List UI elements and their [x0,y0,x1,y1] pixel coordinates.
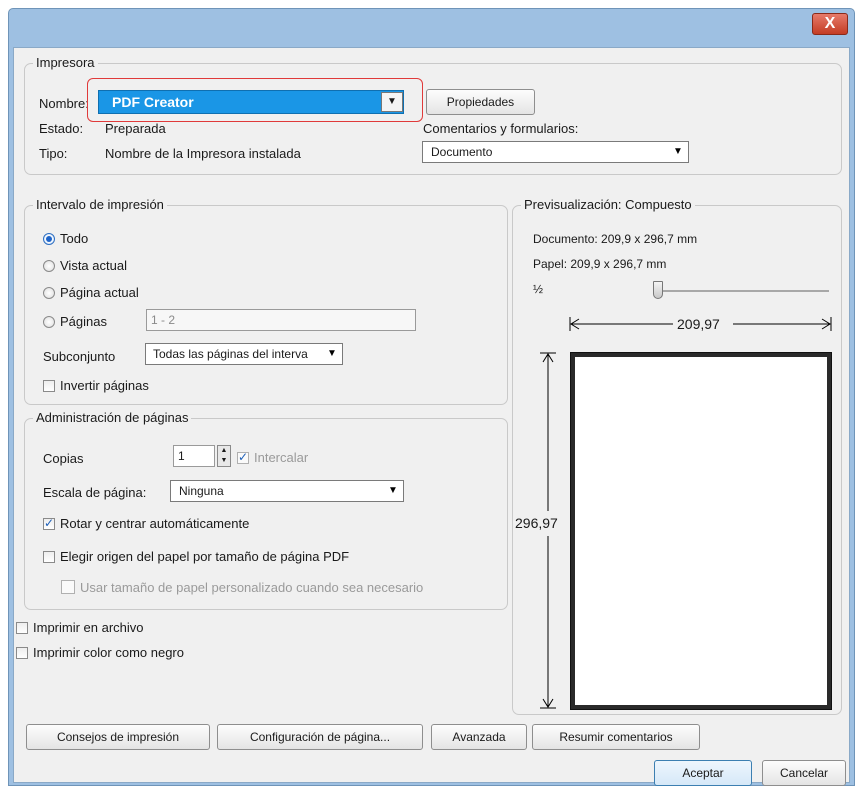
reverse-pages-checkbox[interactable]: Invertir páginas [43,378,149,393]
dialog-body: Impresora Nombre: PDF Creator ▼ Propieda… [13,47,850,786]
custom-paper-checkbox[interactable]: Usar tamaño de papel personalizado cuand… [61,580,423,595]
preview-page [570,352,832,710]
radio-current-page[interactable]: Página actual [43,285,139,300]
checkbox-icon [43,380,55,392]
chevron-down-icon: ▼ [388,485,398,496]
chevron-down-icon: ▼ [323,345,341,363]
preview-group: Previsualización: Compuesto Documento: 2… [512,197,842,715]
status-label: Estado: [39,121,84,136]
paper-source-label: Elegir origen del papel por tamaño de pá… [60,549,350,564]
ok-button[interactable]: Aceptar [654,760,752,786]
scale-select-value: Ninguna [179,484,224,498]
print-to-file-checkbox[interactable]: Imprimir en archivo [16,620,144,635]
paper-source-checkbox[interactable]: Elegir origen del papel por tamaño de pá… [43,549,349,564]
radio-icon [43,233,55,245]
copies-label: Copias [43,451,84,466]
subset-label: Subconjunto [43,349,116,364]
comments-label: Comentarios y formularios: [423,121,579,136]
advanced-button[interactable]: Avanzada [431,724,527,750]
printer-group: Impresora Nombre: PDF Creator ▼ Propieda… [24,55,842,175]
radio-pages-label: Páginas [60,314,107,329]
print-tips-button[interactable]: Consejos de impresión [26,724,210,750]
type-label: Tipo: [39,146,68,161]
subset-select-value: Todas las páginas del interva [153,347,308,361]
printer-select-value: PDF Creator [112,94,194,110]
radio-all[interactable]: Todo [43,231,88,246]
print-range-legend: Intervalo de impresión [33,197,167,213]
radio-all-label: Todo [60,231,89,246]
copies-input[interactable]: 1 [173,445,215,467]
collate-label: Intercalar [254,450,309,465]
printer-name-label: Nombre: [39,96,89,111]
auto-rotate-checkbox[interactable]: Rotar y centrar automáticamente [43,516,249,531]
cancel-button[interactable]: Cancelar [762,760,846,786]
auto-rotate-label: Rotar y centrar automáticamente [60,516,250,531]
properties-button[interactable]: Propiedades [426,89,535,115]
radio-current-view-label: Vista actual [60,258,127,273]
status-value: Preparada [105,121,166,136]
radio-current-view[interactable]: Vista actual [43,258,127,273]
radio-pages[interactable]: Páginas [43,314,107,329]
close-button[interactable]: X [812,13,848,35]
checkbox-icon [43,551,55,563]
comments-select[interactable]: Documento ▼ [422,141,689,163]
radio-current-page-label: Página actual [60,285,139,300]
page-setup-button[interactable]: Configuración de página... [217,724,423,750]
chevron-down-icon: ▼ [673,146,683,157]
printer-legend: Impresora [33,55,98,71]
page-handling-group: Administración de páginas Copias 1 ▲▼ In… [24,410,508,610]
pages-input[interactable]: 1 - 2 [146,309,416,331]
spinner-arrows-icon[interactable]: ▲ ▼ [217,445,231,467]
radio-icon [43,287,55,299]
print-black-label: Imprimir color como negro [33,645,184,660]
print-to-file-label: Imprimir en archivo [33,620,144,635]
subset-select[interactable]: Todas las páginas del interva ▼ [145,343,343,365]
print-black-checkbox[interactable]: Imprimir color como negro [16,645,184,660]
type-value: Nombre de la Impresora instalada [105,146,301,161]
checkbox-icon [61,580,75,594]
checkbox-icon [237,450,249,464]
custom-paper-label: Usar tamaño de papel personalizado cuand… [80,580,424,595]
comments-select-value: Documento [431,145,493,159]
radio-icon [43,260,55,272]
checkbox-icon [43,516,55,530]
preview-width-label: 209,97 [677,316,720,332]
reverse-pages-label: Invertir páginas [60,378,149,393]
scale-select[interactable]: Ninguna ▼ [170,480,404,502]
summarize-comments-button[interactable]: Resumir comentarios [532,724,700,750]
title-bar[interactable]: X [9,9,854,47]
collate-checkbox[interactable]: Intercalar [237,450,308,465]
scale-label: Escala de página: [43,485,147,500]
checkbox-icon [16,647,28,659]
printer-select[interactable]: PDF Creator [98,90,404,114]
preview-height-label: 296,97 [515,515,558,531]
radio-icon [43,316,55,328]
page-handling-legend: Administración de páginas [33,410,192,426]
print-range-group: Intervalo de impresión Todo Vista actual… [24,197,508,405]
print-dialog-window: X Impresora Nombre: PDF Creator ▼ Propie… [8,8,855,786]
preview-page-content [575,357,827,705]
chevron-down-icon[interactable]: ▼ [381,92,403,112]
close-icon: X [824,15,836,32]
checkbox-icon [16,622,28,634]
